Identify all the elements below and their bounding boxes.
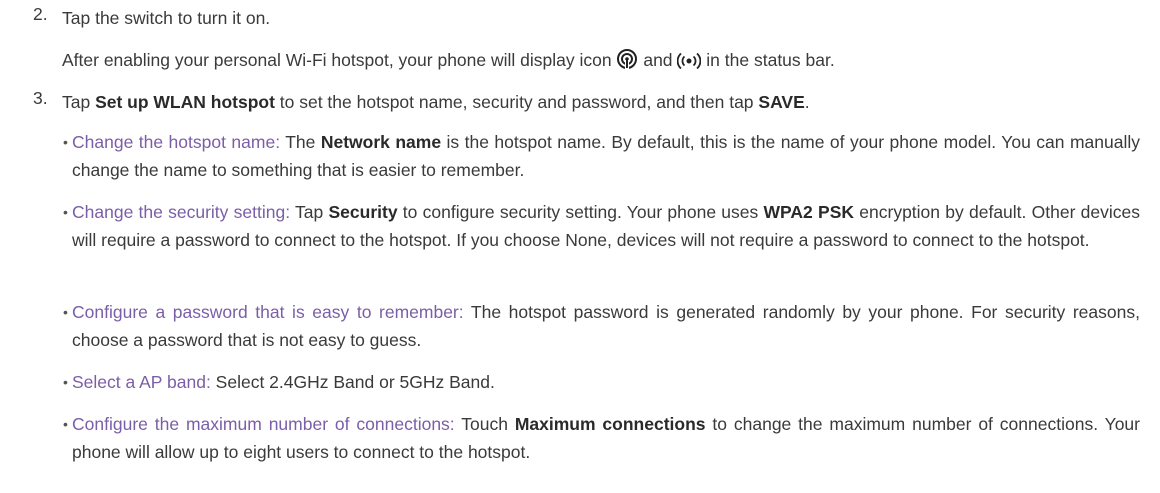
bold-term: Network name	[320, 132, 442, 152]
bold-term: Maximum connections	[514, 414, 706, 434]
list-item: • Configure the maximum number of connec…	[63, 410, 1140, 466]
bullet-lead: Configure the maximum number of connecti…	[72, 414, 455, 434]
bullet-dot: •	[63, 374, 68, 390]
bullet-lead: Configure a password that is easy to rem…	[72, 302, 464, 322]
bullet-lead: Change the hotspot name:	[72, 132, 281, 152]
step-number: 3.	[33, 88, 48, 108]
bullet-lead: Change the security setting:	[72, 202, 291, 222]
step-text: Tap the switch to turn it on.	[62, 8, 271, 28]
list-item: • Change the security setting: Tap Secur…	[63, 198, 1140, 254]
bold-term: WPA2 PSK	[763, 202, 855, 222]
bold-term: SAVE	[758, 92, 805, 112]
step-2-note: After enabling your personal Wi-Fi hotsp…	[62, 46, 1140, 78]
list-item: • Select a AP band: Select 2.4GHz Band o…	[63, 368, 1140, 396]
bullet-lead: Select a AP band:	[72, 372, 211, 392]
step-number: 2.	[33, 4, 48, 24]
list-item: • Change the hotspot name: The Network n…	[63, 128, 1140, 184]
bullet-dot: •	[63, 204, 68, 220]
bullet-dot: •	[63, 304, 68, 320]
note-text-end: in the status bar.	[706, 50, 835, 70]
document-page: 2. Tap the switch to turn it on. After e…	[0, 0, 1160, 493]
hotspot-icon	[616, 48, 638, 78]
bold-term: Set up WLAN hotspot	[95, 92, 275, 112]
step-text: Tap Set up WLAN hotspot to set the hotsp…	[62, 92, 810, 112]
bullet-dot: •	[63, 134, 68, 150]
list-item: • Configure a password that is easy to r…	[63, 298, 1140, 354]
note-text-start: After enabling your personal Wi-Fi hotsp…	[62, 50, 612, 70]
note-text-mid: and	[643, 50, 673, 70]
bullet-dot: •	[63, 416, 68, 432]
broadcast-icon	[677, 50, 702, 78]
bold-term: Security	[328, 202, 398, 222]
